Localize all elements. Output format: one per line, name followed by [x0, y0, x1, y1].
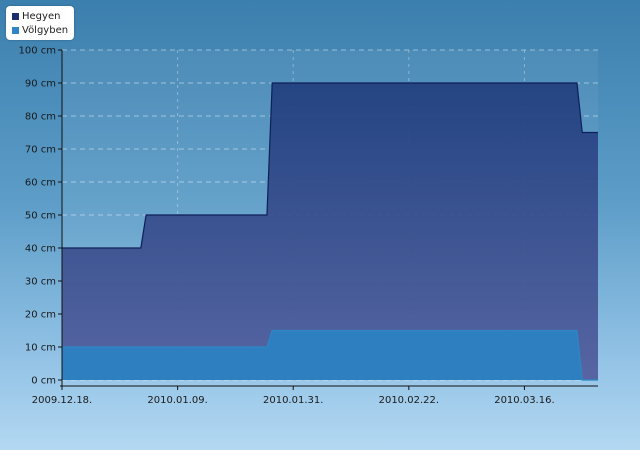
- x-tick-labels: 2009.12.18. 2010.01.09. 2010.01.31. 2010.02…: [32, 395, 555, 406]
- y-tick-label: 50 cm: [25, 211, 56, 222]
- y-tick-label: 20 cm: [25, 310, 56, 321]
- legend-swatch-hegyen: [12, 12, 19, 20]
- y-tick-label: 70 cm: [25, 145, 56, 156]
- y-tick-label: 0 cm: [31, 376, 56, 387]
- x-tick-label: 2010.01.31.: [263, 395, 323, 406]
- chart-canvas: 0 cm 10 cm 20 cm 30 cm 40 cm 50 cm 60 cm 70 cm 8…: [18, 46, 598, 406]
- legend-label-volgyben: Völgyben: [22, 24, 69, 36]
- y-tick-label: 40 cm: [25, 244, 56, 255]
- y-tick-label: 60 cm: [25, 178, 56, 189]
- x-tick-label: 2010.02.22.: [379, 395, 439, 406]
- legend: Hegyen Völgyben: [6, 6, 75, 40]
- y-tick-labels: 0 cm 10 cm 20 cm 30 cm 40 cm 50 cm 60 cm 70 cm 8…: [18, 46, 56, 387]
- y-tick-label: 10 cm: [25, 343, 56, 354]
- y-tick-label: 100 cm: [18, 46, 56, 57]
- y-tick-label: 80 cm: [25, 112, 56, 123]
- x-tick-label: 2009.12.18.: [32, 395, 92, 406]
- y-tick-label: 90 cm: [25, 79, 56, 90]
- x-tick-label: 2010.01.09.: [147, 395, 207, 406]
- legend-label-hegyen: Hegyen: [22, 10, 61, 22]
- legend-swatch-volgyben: [12, 26, 19, 34]
- chart: 0 cm 10 cm 20 cm 30 cm 40 cm 50 cm 60 cm 70 cm 8…: [0, 0, 640, 450]
- x-tick-label: 2010.03.16.: [494, 395, 554, 406]
- legend-item-volgyben: Völgyben: [12, 23, 68, 37]
- legend-item-hegyen: Hegyen: [12, 9, 68, 23]
- y-tick-label: 30 cm: [25, 277, 56, 288]
